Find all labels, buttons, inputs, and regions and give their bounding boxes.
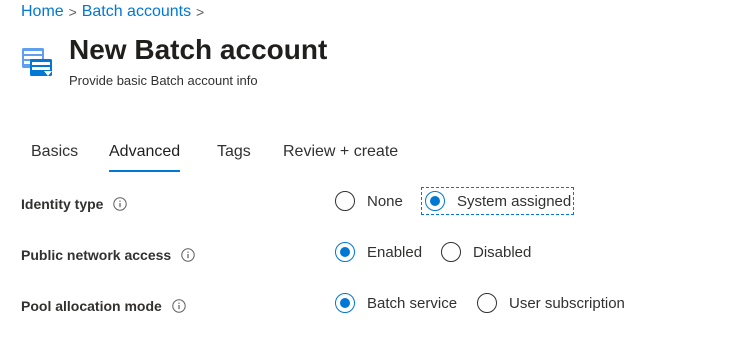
radio-label: Disabled: [473, 243, 532, 261]
radio-label: None: [367, 192, 403, 210]
breadcrumb: Home > Batch accounts >: [21, 2, 209, 22]
radio-label: Batch service: [367, 294, 458, 312]
pool-batch-service-radio[interactable]: Batch service: [335, 290, 457, 316]
tab-advanced[interactable]: Advanced: [109, 141, 181, 173]
identity-none-radio[interactable]: None: [335, 188, 403, 214]
page-subtitle: Provide basic Batch account info: [69, 73, 258, 88]
batch-account-icon: [22, 48, 52, 76]
radio-button[interactable]: [441, 242, 461, 262]
radio-button[interactable]: [335, 293, 355, 313]
pool-allocation-mode-row: Pool allocation mode Batch service User …: [0, 290, 742, 320]
pool-user-subscription-radio[interactable]: User subscription: [477, 290, 625, 316]
info-icon[interactable]: [181, 248, 195, 262]
radio-button[interactable]: [425, 191, 445, 211]
radio-button[interactable]: [335, 191, 355, 211]
radio-button[interactable]: [477, 293, 497, 313]
info-icon[interactable]: [113, 197, 128, 211]
identity-type-row: Identity type None System assigned: [0, 187, 742, 218]
breadcrumb-home-link[interactable]: Home: [21, 3, 64, 21]
info-icon[interactable]: [172, 299, 186, 313]
radio-label: Enabled: [367, 243, 423, 261]
identity-type-field: Identity type: [21, 196, 128, 212]
identity-system-assigned-radio[interactable]: System assigned: [420, 187, 575, 215]
public-network-access-row: Public network access Enabled Disabled: [0, 239, 742, 269]
chevron-right-icon: >: [196, 4, 205, 20]
pool-allocation-mode-label: Pool allocation mode: [21, 298, 162, 314]
chevron-right-icon: >: [68, 4, 77, 20]
public-network-access-label: Public network access: [21, 247, 172, 263]
tab-tags[interactable]: Tags: [217, 141, 251, 173]
network-disabled-radio[interactable]: Disabled: [441, 239, 531, 265]
public-network-access-field: Public network access: [21, 247, 195, 263]
breadcrumb-batch-accounts-link[interactable]: Batch accounts: [82, 3, 191, 21]
pool-allocation-mode-field: Pool allocation mode: [21, 298, 186, 314]
radio-label: User subscription: [509, 294, 625, 312]
page-title: New Batch account: [69, 34, 328, 65]
radio-button[interactable]: [335, 242, 355, 262]
tab-review-create[interactable]: Review + create: [283, 141, 398, 173]
identity-type-label: Identity type: [21, 196, 104, 212]
network-enabled-radio[interactable]: Enabled: [335, 239, 422, 265]
radio-label: System assigned: [457, 192, 572, 210]
tab-basics[interactable]: Basics: [31, 141, 78, 173]
page: Home > Batch accounts > New Batch accoun…: [0, 0, 742, 349]
